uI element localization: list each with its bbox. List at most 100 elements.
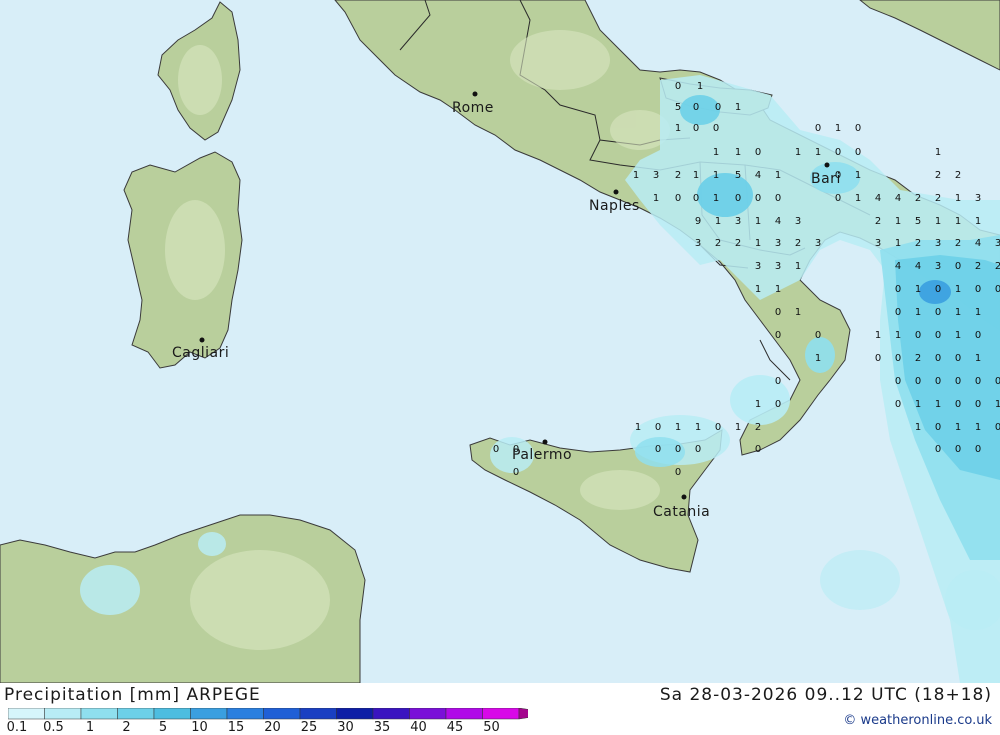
precip-value: 1 <box>735 102 741 113</box>
city-label-naples: Naples <box>589 198 640 214</box>
precip-value: 0 <box>715 422 721 433</box>
precip-value: 1 <box>915 307 921 318</box>
precip-value: 3 <box>795 216 801 227</box>
precip-value: 3 <box>695 238 701 249</box>
precip-value: 1 <box>795 261 801 272</box>
footer: Precipitation [mm] ARPEGE Sa 28-03-2026 … <box>0 683 1000 735</box>
precip-value: 0 <box>693 123 699 134</box>
map-title: Precipitation [mm] ARPEGE <box>4 685 261 705</box>
precip-value: 0 <box>675 193 681 204</box>
credit-link[interactable]: © weatheronline.co.uk <box>843 713 992 728</box>
precip-value: 1 <box>855 193 861 204</box>
precip-value: 0 <box>775 399 781 410</box>
precip-value: 0 <box>935 353 941 364</box>
precip-value: 0 <box>855 123 861 134</box>
precip-value: 3 <box>875 238 881 249</box>
precip-value: 1 <box>995 399 1000 410</box>
precip-value: 0 <box>935 376 941 387</box>
precip-value: 0 <box>675 467 681 478</box>
precip-value: 0 <box>895 307 901 318</box>
precip-value: 1 <box>975 422 981 433</box>
precip-value: 1 <box>975 216 981 227</box>
precip-value: 1 <box>755 284 761 295</box>
legend-swatch <box>263 708 301 720</box>
precip-value: 1 <box>895 238 901 249</box>
precip-value: 3 <box>775 238 781 249</box>
precip-value: 0 <box>895 353 901 364</box>
precipitation-map: Rome Naples Bari Cagliari Palermo Catani… <box>0 0 1000 683</box>
precip-value: 0 <box>755 444 761 455</box>
precip-value: 4 <box>895 261 901 272</box>
precip-value: 0 <box>695 444 701 455</box>
precip-value: 2 <box>955 238 961 249</box>
legend-swatch <box>336 708 374 720</box>
precip-value: 1 <box>675 422 681 433</box>
city-label-palermo: Palermo <box>512 447 572 463</box>
precip-value: 0 <box>715 102 721 113</box>
precip-value: 0 <box>835 170 841 181</box>
precip-value: 1 <box>633 170 639 181</box>
precip-value: 2 <box>915 193 921 204</box>
precip-value: 1 <box>975 353 981 364</box>
precip-value: 0 <box>875 353 881 364</box>
precip-value: 4 <box>895 193 901 204</box>
city-dot-naples <box>613 189 619 195</box>
precip-value: 1 <box>693 170 699 181</box>
precip-value: 1 <box>713 193 719 204</box>
legend-swatch <box>80 708 118 720</box>
precip-value: 0 <box>655 444 661 455</box>
precip-value: 1 <box>713 170 719 181</box>
precip-value: 2 <box>675 170 681 181</box>
legend-swatch <box>299 708 337 720</box>
forecast-date: Sa 28-03-2026 09..12 UTC (18+18) <box>659 685 992 705</box>
precip-value: 1 <box>975 307 981 318</box>
precip-value: 2 <box>875 216 881 227</box>
precip-value: 5 <box>675 102 681 113</box>
precip-value: 1 <box>915 284 921 295</box>
precip-value: 1 <box>875 330 881 341</box>
precip-value: 0 <box>955 444 961 455</box>
legend-colorbar <box>8 708 528 720</box>
precip-value: 1 <box>955 284 961 295</box>
precip-value: 4 <box>755 170 761 181</box>
precip-value: 3 <box>653 170 659 181</box>
precip-value: 3 <box>815 238 821 249</box>
precip-value: 2 <box>955 170 961 181</box>
precip-value: 1 <box>955 422 961 433</box>
precip-value: 2 <box>935 193 941 204</box>
precip-value: 0 <box>895 376 901 387</box>
precip-value: 0 <box>975 399 981 410</box>
precip-value: 1 <box>635 422 641 433</box>
precip-value: 4 <box>975 238 981 249</box>
precip-value: 1 <box>675 123 681 134</box>
precip-value: 1 <box>955 330 961 341</box>
precip-value: 5 <box>915 216 921 227</box>
precip-value: 0 <box>755 193 761 204</box>
legend-swatch <box>372 708 410 720</box>
precip-value: 0 <box>975 444 981 455</box>
precip-value: 0 <box>975 376 981 387</box>
precip-value: 0 <box>775 307 781 318</box>
legend-swatch <box>445 708 483 720</box>
precip-value: 4 <box>915 261 921 272</box>
legend-swatch <box>44 708 82 720</box>
city-dot-catania <box>681 494 687 500</box>
precip-value: 0 <box>955 399 961 410</box>
precip-value: 1 <box>895 216 901 227</box>
precip-value: 1 <box>755 216 761 227</box>
precip-value: 1 <box>915 399 921 410</box>
precip-value: 5 <box>735 170 741 181</box>
precip-value: 1 <box>713 147 719 158</box>
precip-value: 0 <box>775 376 781 387</box>
city-label-cagliari: Cagliari <box>172 345 229 361</box>
precip-value: 1 <box>653 193 659 204</box>
precip-value: 0 <box>815 123 821 134</box>
legend-swatch <box>117 708 155 720</box>
precip-value: 1 <box>795 147 801 158</box>
precip-value: 0 <box>835 193 841 204</box>
precip-value: 2 <box>995 261 1000 272</box>
precip-value: 1 <box>815 147 821 158</box>
city-label-rome: Rome <box>452 100 494 116</box>
precip-value: 0 <box>935 422 941 433</box>
precip-value: 1 <box>955 193 961 204</box>
